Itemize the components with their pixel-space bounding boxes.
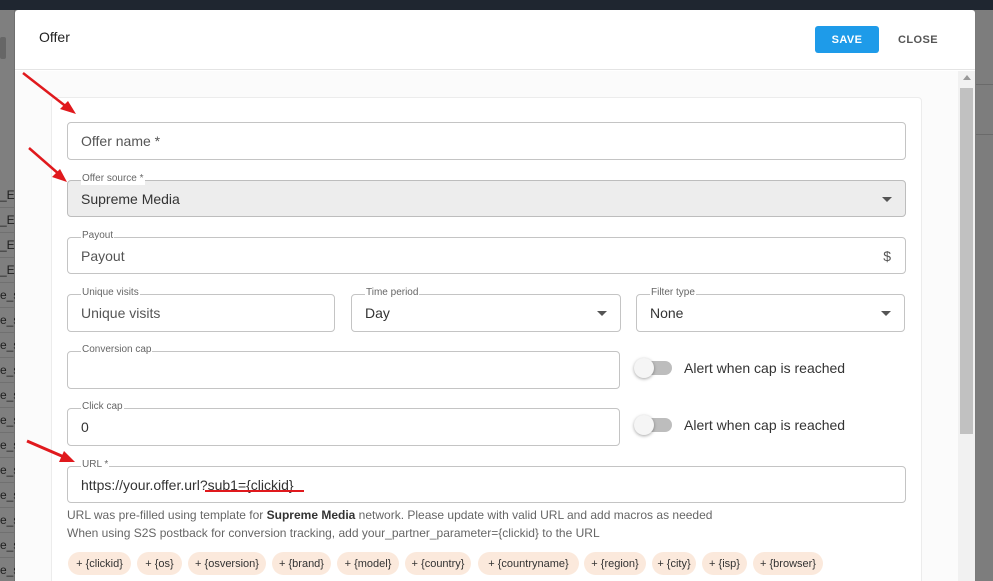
help-network-name: Supreme Media	[266, 508, 356, 522]
unique-visits-placeholder: Unique visits	[81, 305, 161, 321]
click-cap-alert-label: Alert when cap is reached	[684, 417, 846, 433]
red-arrow-icon	[26, 439, 75, 462]
chevron-down-icon	[881, 311, 891, 316]
click-cap-alert-toggle[interactable]	[634, 415, 672, 435]
background-row: _EN	[0, 208, 15, 233]
scrollbar-thumb[interactable]	[960, 88, 973, 434]
background-row: e_s	[0, 308, 15, 333]
dialog-header: Offer SAVE CLOSE	[15, 10, 975, 70]
offer-source-value: Supreme Media	[81, 190, 180, 207]
chevron-down-icon	[882, 196, 892, 202]
background-row: _EN	[0, 183, 15, 208]
background-button	[0, 37, 6, 59]
unique-visits-field[interactable]: Unique visits Unique visits	[67, 287, 335, 332]
background-row: e_s	[0, 533, 15, 558]
background-row: _EN	[0, 233, 15, 258]
conversion-cap-alert-toggle[interactable]	[634, 358, 672, 378]
background-row: e_s	[0, 433, 15, 458]
macro-chip-isp[interactable]: + {isp}	[702, 552, 747, 575]
conversion-cap-field[interactable]: Conversion cap	[67, 344, 620, 389]
macro-chip-countryname[interactable]: + {countryname}	[478, 552, 579, 575]
background-row: e_s	[0, 408, 15, 433]
payout-field[interactable]: Payout Payout $	[67, 230, 906, 274]
scroll-up-arrow-icon[interactable]	[963, 75, 971, 80]
url-help-text: URL was pre-filled using template for Su…	[67, 508, 712, 522]
filter-type-value: None	[650, 305, 684, 321]
s2s-help-text: When using S2S postback for conversion t…	[67, 526, 600, 540]
background-row: e_s	[0, 508, 15, 533]
macro-chip-os[interactable]: + {os}	[137, 552, 182, 575]
background-row: e_s	[0, 383, 15, 408]
help-text-part: network. Please update with valid URL an…	[355, 508, 713, 522]
dollar-icon: $	[883, 247, 891, 264]
time-period-value: Day	[365, 305, 390, 321]
macro-chip-model[interactable]: + {model}	[337, 552, 399, 575]
click-cap-field[interactable]: Click cap 0	[67, 401, 620, 446]
macro-chip-country[interactable]: + {country}	[405, 552, 471, 575]
toggle-knob	[634, 358, 654, 378]
macro-chip-browser[interactable]: + {browser}	[753, 552, 823, 575]
offer-name-field[interactable]: Offer name *	[67, 122, 906, 160]
chevron-down-icon	[597, 311, 607, 316]
url-value: https://your.offer.url ?sub1={clickid}	[81, 467, 294, 502]
url-field[interactable]: URL * https://your.offer.url ?sub1={click…	[67, 459, 906, 503]
red-arrow-icon	[28, 147, 67, 182]
macro-chip-osversion[interactable]: + {osversion}	[188, 552, 266, 575]
background-row: e_s	[0, 333, 15, 358]
background-row: e_s	[0, 483, 15, 508]
time-period-select[interactable]: Time period Day	[351, 287, 621, 332]
background-row: _EN	[0, 258, 15, 283]
background-row: e_s	[0, 358, 15, 383]
macro-chip-region[interactable]: + {region}	[584, 552, 646, 575]
dialog-title: Offer	[39, 29, 70, 45]
help-text-part: URL was pre-filled using template for	[67, 508, 267, 522]
background-topbar	[0, 0, 993, 10]
background-row: e_s	[0, 558, 15, 581]
offer-dialog: Offer SAVE CLOSE Offer name * Offer sour…	[15, 10, 975, 581]
macro-chip-brand[interactable]: + {brand}	[272, 552, 331, 575]
save-button[interactable]: SAVE	[815, 26, 879, 53]
conversion-cap-alert-label: Alert when cap is reached	[684, 360, 846, 376]
click-cap-value: 0	[81, 419, 89, 435]
background-row: e_s	[0, 458, 15, 483]
background-row: e_s	[0, 283, 15, 308]
conversion-cap-label: Conversion cap	[81, 344, 153, 356]
macro-chip-clickid[interactable]: + {clickid}	[68, 552, 131, 575]
toggle-knob	[634, 415, 654, 435]
offer-source-select[interactable]: Offer source * Supreme Media	[67, 173, 906, 217]
macro-chip-city[interactable]: + {city}	[652, 552, 696, 575]
filter-type-select[interactable]: Filter type None	[636, 287, 905, 332]
red-arrow-icon	[22, 72, 76, 114]
payout-placeholder: Payout	[81, 247, 125, 264]
background-list: _EN _EN _EN _EN e_s e_s e_s e_s e_s e_s …	[0, 183, 15, 581]
url-base: https://your.offer.url	[81, 476, 200, 493]
red-underline-annotation	[205, 490, 304, 492]
close-button[interactable]: CLOSE	[888, 26, 948, 53]
background-right-strip	[976, 10, 993, 581]
offer-name-placeholder: Offer name *	[81, 133, 161, 149]
